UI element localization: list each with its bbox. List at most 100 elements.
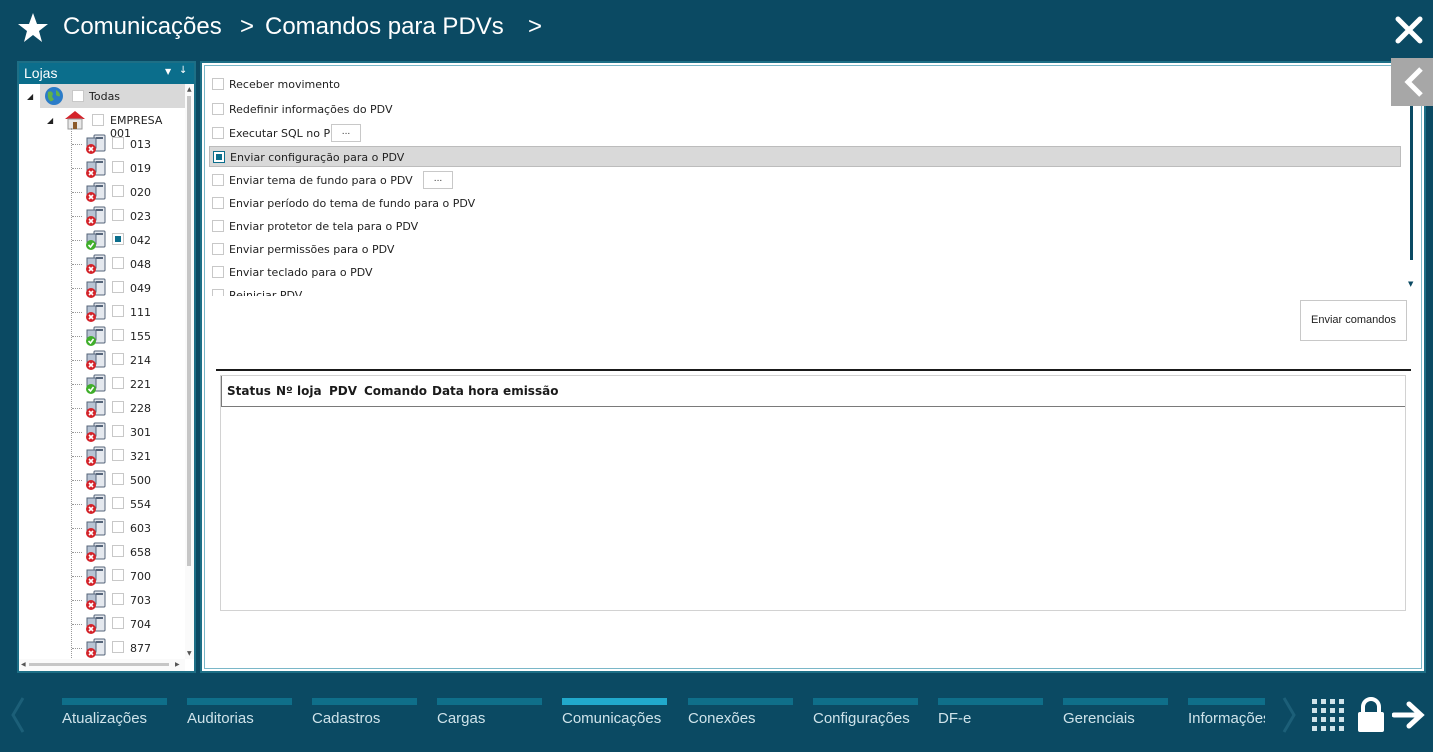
command-checkbox[interactable] bbox=[212, 127, 224, 139]
tree-item-store[interactable]: 500 bbox=[19, 468, 185, 492]
store-checkbox[interactable] bbox=[112, 401, 124, 413]
command-checkbox[interactable] bbox=[212, 289, 224, 296]
command-row[interactable]: Redefinir informações do PDV bbox=[209, 99, 1401, 120]
command-options-button[interactable]: ... bbox=[423, 171, 453, 189]
store-checkbox[interactable] bbox=[112, 569, 124, 581]
dropdown-icon[interactable]: ▼ bbox=[165, 67, 171, 76]
lock-icon[interactable] bbox=[1356, 697, 1386, 733]
store-checkbox[interactable] bbox=[112, 617, 124, 629]
command-row[interactable]: Enviar tema de fundo para o PDV... bbox=[209, 170, 1401, 191]
column-header-data-hora[interactable]: Data hora emissão bbox=[432, 384, 558, 398]
checkbox-todas[interactable] bbox=[72, 90, 84, 102]
column-header-status[interactable]: Status bbox=[227, 384, 271, 398]
chevron-left-icon[interactable] bbox=[8, 695, 28, 735]
command-row[interactable]: Receber movimento bbox=[209, 74, 1401, 95]
tree-item-store[interactable]: 877 bbox=[19, 636, 185, 659]
column-header-comando[interactable]: Comando bbox=[364, 384, 427, 398]
store-checkbox[interactable] bbox=[112, 545, 124, 557]
tree-item-store[interactable]: 023 bbox=[19, 204, 185, 228]
nav-item[interactable]: Auditorias bbox=[187, 697, 292, 737]
store-checkbox[interactable] bbox=[112, 353, 124, 365]
scrollbar-thumb[interactable] bbox=[1410, 90, 1413, 260]
nav-item[interactable]: Gerenciais bbox=[1063, 697, 1168, 737]
tree-item-store[interactable]: 658 bbox=[19, 540, 185, 564]
nav-item[interactable]: Cadastros bbox=[312, 697, 417, 737]
tree-item-store[interactable]: 214 bbox=[19, 348, 185, 372]
nav-item[interactable]: Atualizações bbox=[62, 697, 167, 737]
store-checkbox[interactable] bbox=[112, 185, 124, 197]
command-row[interactable]: Enviar configuração para o PDV bbox=[209, 146, 1401, 167]
store-checkbox[interactable] bbox=[112, 209, 124, 221]
store-checkbox[interactable] bbox=[112, 449, 124, 461]
tree-item-store[interactable]: 221 bbox=[19, 372, 185, 396]
tree-item-store[interactable]: 049 bbox=[19, 276, 185, 300]
command-checkbox[interactable] bbox=[212, 78, 224, 90]
tree-item-store[interactable]: 013 bbox=[19, 132, 185, 156]
nav-item[interactable]: DF-e bbox=[938, 697, 1043, 737]
tree-item-store[interactable]: 020 bbox=[19, 180, 185, 204]
command-row[interactable]: Reiniciar PDV bbox=[209, 285, 1401, 296]
tree-item-store[interactable]: 301 bbox=[19, 420, 185, 444]
command-checkbox[interactable] bbox=[212, 220, 224, 232]
tree-item-store[interactable]: 603 bbox=[19, 516, 185, 540]
scrollbar-thumb[interactable] bbox=[29, 663, 169, 666]
nav-item[interactable]: Conexões bbox=[688, 697, 793, 737]
tree-item-store[interactable]: 155 bbox=[19, 324, 185, 348]
store-checkbox[interactable] bbox=[112, 497, 124, 509]
store-checkbox[interactable] bbox=[112, 473, 124, 485]
checkbox-empresa[interactable] bbox=[92, 114, 104, 126]
grid-icon[interactable] bbox=[1312, 699, 1344, 731]
store-checkbox[interactable] bbox=[112, 137, 124, 149]
store-checkbox[interactable] bbox=[112, 257, 124, 269]
close-icon[interactable] bbox=[1395, 16, 1423, 44]
column-header-pdv[interactable]: PDV bbox=[329, 384, 357, 398]
store-checkbox[interactable] bbox=[112, 641, 124, 653]
column-header-loja[interactable]: Nº loja bbox=[276, 384, 322, 398]
collapse-arrow-icon[interactable]: ◢ bbox=[47, 116, 53, 125]
arrow-right-icon[interactable] bbox=[1392, 701, 1426, 729]
nav-item[interactable]: Configurações bbox=[813, 697, 918, 737]
store-checkbox[interactable] bbox=[112, 377, 124, 389]
tree-item-store[interactable]: 321 bbox=[19, 444, 185, 468]
nav-item[interactable]: Comunicações bbox=[562, 697, 667, 737]
store-checkbox[interactable] bbox=[112, 161, 124, 173]
command-row[interactable]: Executar SQL no PDV... bbox=[209, 123, 1401, 144]
command-checkbox[interactable] bbox=[212, 103, 224, 115]
command-checkbox[interactable] bbox=[212, 266, 224, 278]
tree-item-store[interactable]: 042 bbox=[19, 228, 185, 252]
store-checkbox[interactable] bbox=[112, 593, 124, 605]
horizontal-scrollbar[interactable]: ◀ ▶ bbox=[19, 659, 185, 671]
command-options-button[interactable]: ... bbox=[331, 124, 361, 142]
chevron-right-icon[interactable] bbox=[1279, 695, 1299, 735]
command-checkbox[interactable] bbox=[213, 151, 225, 163]
store-checkbox[interactable] bbox=[112, 305, 124, 317]
tree-item-store[interactable]: 704 bbox=[19, 612, 185, 636]
pin-icon[interactable]: ↓ bbox=[179, 65, 187, 76]
command-row[interactable]: Enviar permissões para o PDV bbox=[209, 239, 1401, 260]
scrollbar-thumb[interactable] bbox=[187, 96, 191, 566]
command-row[interactable]: Enviar protetor de tela para o PDV bbox=[209, 216, 1401, 237]
collapse-arrow-icon[interactable]: ◢ bbox=[27, 92, 33, 101]
tree-item-store[interactable]: 048 bbox=[19, 252, 185, 276]
tree-item-store[interactable]: 019 bbox=[19, 156, 185, 180]
command-row[interactable]: Enviar teclado para o PDV bbox=[209, 262, 1401, 283]
collapse-panel-button[interactable] bbox=[1391, 58, 1433, 106]
command-row[interactable]: Enviar período do tema de fundo para o P… bbox=[209, 193, 1401, 214]
tree-item-store[interactable]: 703 bbox=[19, 588, 185, 612]
command-checkbox[interactable] bbox=[212, 197, 224, 209]
star-icon[interactable] bbox=[17, 12, 49, 44]
breadcrumb-comunicacoes[interactable]: Comunicações bbox=[63, 13, 222, 41]
store-checkbox[interactable] bbox=[112, 233, 124, 245]
tree-item-store[interactable]: 700 bbox=[19, 564, 185, 588]
tree-item-store[interactable]: 228 bbox=[19, 396, 185, 420]
nav-item[interactable]: Informações bbox=[1188, 697, 1265, 737]
store-checkbox[interactable] bbox=[112, 521, 124, 533]
command-checkbox[interactable] bbox=[212, 243, 224, 255]
nav-item[interactable]: Cargas bbox=[437, 697, 542, 737]
tree-item-store[interactable]: 554 bbox=[19, 492, 185, 516]
scroll-down-icon[interactable]: ▼ bbox=[1408, 280, 1413, 288]
send-commands-button[interactable]: Enviar comandos bbox=[1300, 300, 1407, 341]
tree-item-store[interactable]: 111 bbox=[19, 300, 185, 324]
command-checkbox[interactable] bbox=[212, 174, 224, 186]
vertical-scrollbar[interactable]: ▲ ▼ bbox=[185, 84, 194, 659]
